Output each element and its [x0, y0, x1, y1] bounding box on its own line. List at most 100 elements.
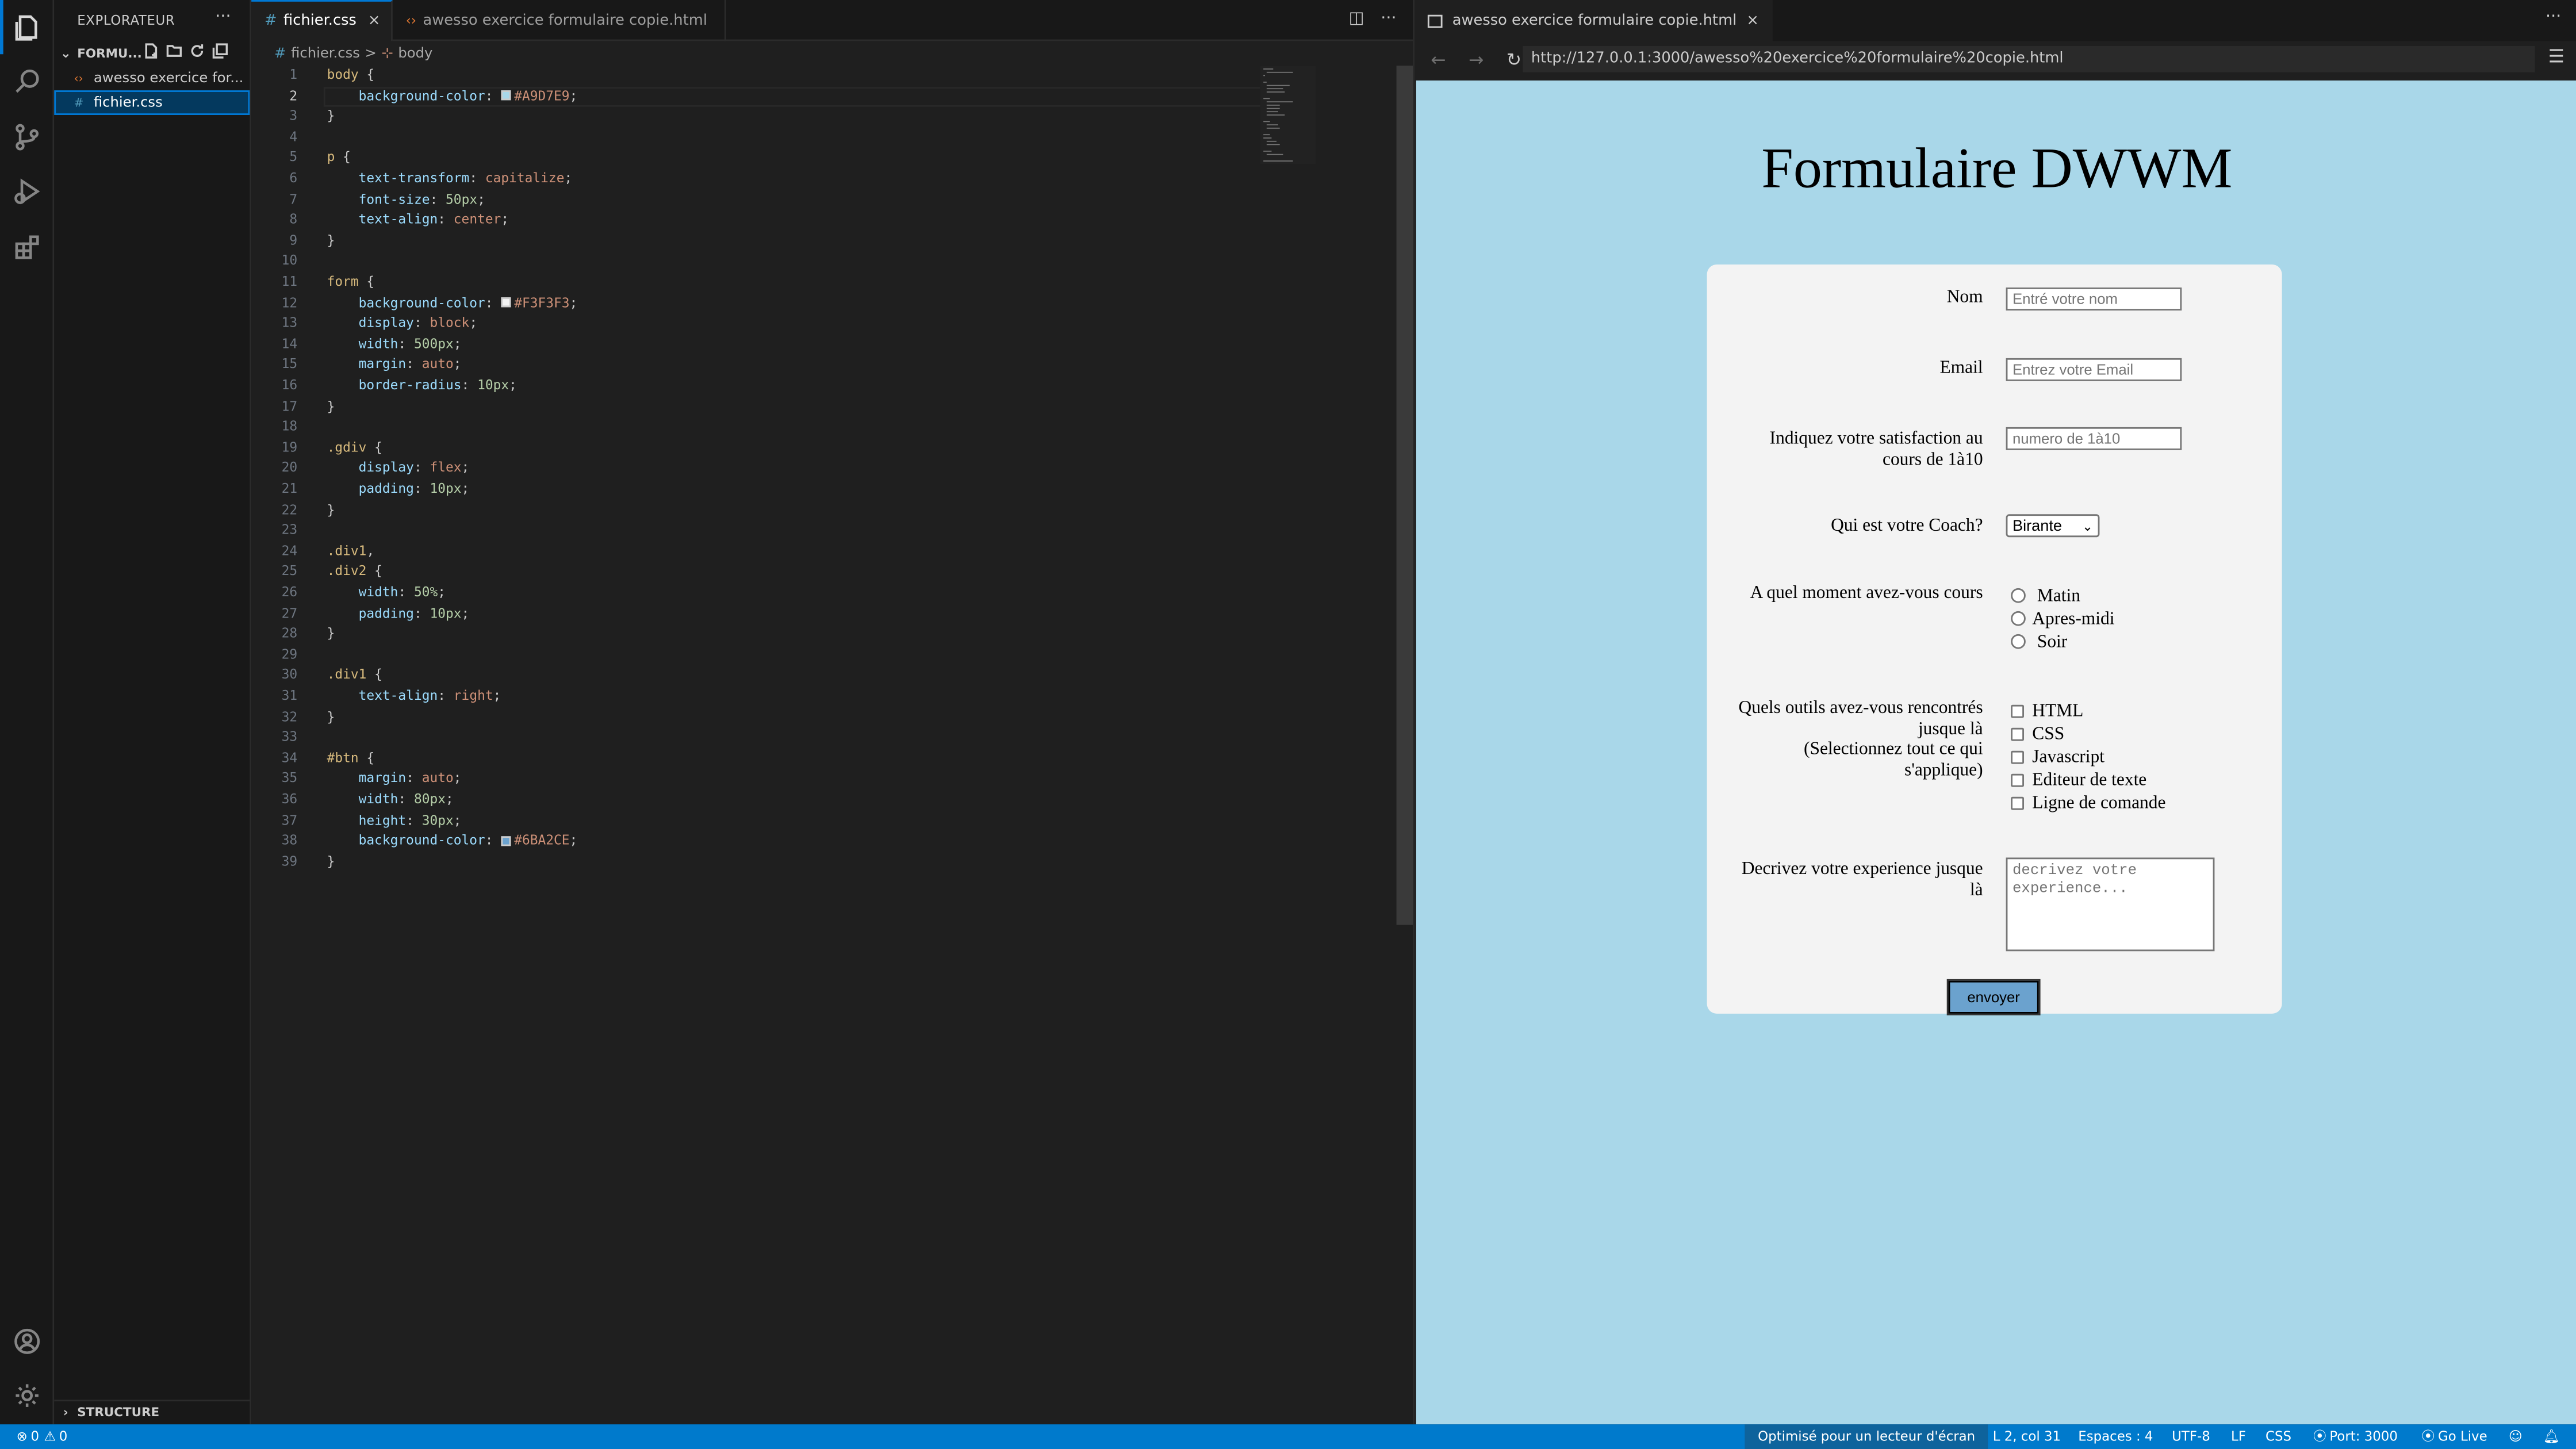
- workspace-folder[interactable]: ⌄ FORMU...: [54, 43, 250, 64]
- radio-apres-midi[interactable]: Apres-midi: [2011, 608, 2114, 629]
- radio-button[interactable]: [2011, 634, 2026, 649]
- url-input[interactable]: http://127.0.0.1:3000/awesso%20exercice%…: [1523, 46, 2535, 72]
- checkbox-css[interactable]: CSS: [2011, 723, 2064, 744]
- more-actions-icon[interactable]: ···: [1381, 10, 1396, 28]
- collapse-all-icon[interactable]: [212, 43, 229, 59]
- close-icon[interactable]: ×: [368, 13, 381, 30]
- go-live-label: Go Live: [2438, 1429, 2487, 1444]
- radio-button[interactable]: [2011, 611, 2026, 626]
- code-line: padding: 10px;: [358, 481, 470, 496]
- browser-tab[interactable]: awesso exercice formulaire copie.html ×: [1414, 0, 1772, 41]
- code-line: margin: auto;: [358, 771, 462, 786]
- refresh-icon[interactable]: [189, 43, 206, 59]
- line-number: 34: [281, 750, 298, 765]
- checkbox-javascript[interactable]: Javascript: [2011, 746, 2104, 767]
- line-number: 2: [289, 88, 298, 103]
- code-line: text-align: center;: [358, 212, 509, 227]
- new-file-icon[interactable]: [143, 43, 160, 59]
- new-folder-icon[interactable]: [166, 43, 183, 59]
- code-line: background-color: #A9D7E9;: [358, 88, 578, 103]
- checkbox-html[interactable]: HTML: [2011, 700, 2083, 721]
- back-arrow-icon[interactable]: ←: [1424, 48, 1452, 70]
- line-number: 22: [281, 502, 298, 517]
- checkbox[interactable]: [2011, 796, 2024, 810]
- checkbox-label: Editeur de texte: [2032, 769, 2147, 789]
- explorer-icon[interactable]: [0, 0, 54, 55]
- eol-status[interactable]: LF: [2231, 1424, 2246, 1449]
- css-file-icon: #: [274, 45, 286, 62]
- account-icon[interactable]: [0, 1314, 54, 1368]
- line-number: 17: [281, 398, 298, 413]
- menu-icon[interactable]: ☰: [2548, 46, 2564, 67]
- tab-html-file[interactable]: ‹› awesso exercice formulaire copie.html: [393, 0, 726, 41]
- breadcrumb-symbol[interactable]: body: [398, 45, 432, 62]
- color-swatch[interactable]: [501, 90, 511, 101]
- coach-select[interactable]: Birante ⌄: [2006, 514, 2100, 538]
- minimap[interactable]: [1260, 66, 1316, 164]
- editor-scrollbar[interactable]: [1396, 66, 1413, 925]
- go-live-button[interactable]: ⦿ Go Live: [2421, 1424, 2487, 1449]
- explorer-more-icon[interactable]: ···: [215, 8, 231, 26]
- checkbox-label: HTML: [2032, 700, 2084, 720]
- symbol-icon: ⊹: [381, 45, 393, 62]
- browser-tab-label: awesso exercice formulaire copie.html: [1452, 12, 1737, 29]
- settings-gear-icon[interactable]: [0, 1368, 54, 1423]
- line-number: 20: [281, 461, 298, 476]
- file-item-css[interactable]: # fichier.css: [54, 90, 250, 115]
- more-actions-icon[interactable]: ···: [2546, 8, 2561, 26]
- file-item-html[interactable]: ‹› awesso exercice for...: [54, 66, 250, 90]
- color-swatch[interactable]: [501, 297, 511, 308]
- tab-fichier-css[interactable]: # fichier.css ×: [251, 0, 393, 41]
- submit-button[interactable]: envoyer: [1946, 979, 2041, 1015]
- breadcrumb-file[interactable]: fichier.css: [291, 45, 360, 62]
- checkbox[interactable]: [2011, 773, 2024, 787]
- encoding-status[interactable]: UTF-8: [2172, 1424, 2210, 1449]
- line-number: 37: [281, 812, 298, 827]
- experience-textarea[interactable]: decrivez votre experience...: [2006, 857, 2215, 952]
- extensions-icon[interactable]: [0, 220, 54, 274]
- split-editor-icon[interactable]: ◫: [1349, 10, 1364, 28]
- experience-label-line2: là: [1969, 880, 1983, 900]
- problems-indicator[interactable]: ⊗ 0 ⚠ 0: [17, 1424, 68, 1449]
- checkbox[interactable]: [2011, 750, 2024, 764]
- structure-section[interactable]: › STRUCTURE: [54, 1400, 250, 1423]
- checkbox-ligne-commande[interactable]: Ligne de comande: [2011, 792, 2165, 813]
- indentation-status[interactable]: Espaces : 4: [2078, 1424, 2153, 1449]
- checkbox[interactable]: [2011, 704, 2024, 718]
- screen-reader-status[interactable]: Optimisé pour un lecteur d'écran: [1745, 1424, 1989, 1449]
- browser-tab-bar: awesso exercice formulaire copie.html × …: [1414, 0, 2576, 41]
- color-swatch[interactable]: [501, 835, 511, 846]
- address-bar-row: ← → ↻ http://127.0.0.1:3000/awesso%20exe…: [1414, 41, 2576, 77]
- line-number: 31: [281, 688, 298, 703]
- line-number: 4: [289, 129, 298, 144]
- feedback-icon[interactable]: ☺: [2509, 1424, 2523, 1449]
- broadcast-icon: ⦿: [2421, 1429, 2435, 1444]
- port-status[interactable]: ⦿ Port: 3000: [2313, 1424, 2398, 1449]
- nom-label: Nom: [1946, 288, 1983, 308]
- line-number: 7: [289, 191, 298, 206]
- radio-button[interactable]: [2011, 588, 2026, 603]
- checkbox-editeur[interactable]: Editeur de texte: [2011, 769, 2146, 790]
- close-icon[interactable]: ×: [1746, 12, 1759, 29]
- radio-soir[interactable]: Soir: [2011, 631, 2067, 652]
- radio-label: Matin: [2037, 585, 2080, 605]
- code-line: }: [327, 398, 335, 413]
- code-line: border-radius: 10px;: [358, 378, 517, 393]
- checkbox[interactable]: [2011, 727, 2024, 741]
- chevron-right-icon: ›: [63, 1404, 68, 1420]
- line-number: 8: [289, 212, 298, 227]
- radio-matin[interactable]: Matin: [2011, 585, 2080, 606]
- line-number: 29: [281, 647, 298, 662]
- satisfaction-input[interactable]: numero de 1à10: [2006, 427, 2182, 450]
- source-control-icon[interactable]: [0, 110, 54, 164]
- cursor-position[interactable]: L 2, col 31: [1993, 1424, 2061, 1449]
- nom-input[interactable]: Entré votre nom: [2006, 288, 2182, 310]
- notifications-bell-icon[interactable]: 🔔︎: [2543, 1424, 2560, 1449]
- code-line: }: [327, 854, 335, 869]
- language-mode[interactable]: CSS: [2266, 1424, 2291, 1449]
- search-icon[interactable]: [0, 54, 54, 108]
- forward-arrow-icon[interactable]: →: [1462, 48, 1490, 70]
- email-input[interactable]: Entrez votre Email: [2006, 358, 2182, 381]
- warning-count: 0: [59, 1429, 68, 1444]
- run-debug-icon[interactable]: [0, 164, 54, 218]
